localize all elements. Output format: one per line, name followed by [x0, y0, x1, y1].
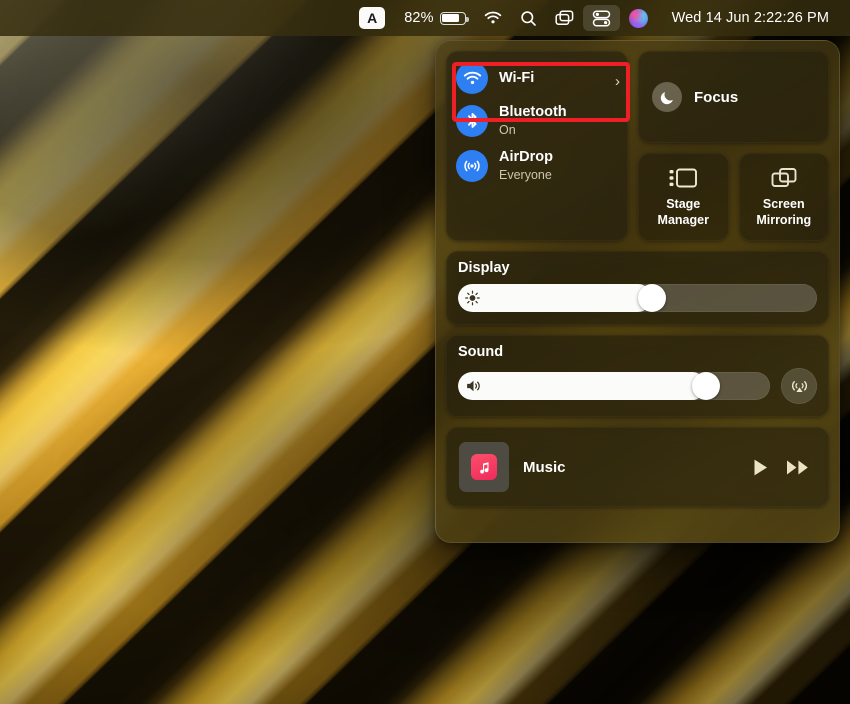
input-method-label: A	[359, 7, 385, 29]
wifi-row[interactable]: Wi-Fi ›	[456, 62, 618, 94]
connectivity-module: Wi-Fi › Bluetooth On	[446, 51, 628, 241]
sound-slider-line	[458, 368, 817, 404]
clock-menu-item[interactable]: Wed 14 Jun 2:22:26 PM	[657, 5, 840, 31]
control-center-icon	[592, 10, 611, 27]
wifi-label: Wi-Fi	[499, 70, 534, 86]
focus-label: Focus	[694, 89, 738, 106]
music-app-icon	[471, 454, 497, 480]
control-center-right-stack: Focus Stage Manager	[638, 51, 829, 241]
control-center-tile-row: Stage Manager Screen Mirroring	[638, 153, 829, 241]
volume-fill	[458, 372, 706, 400]
brightness-knob[interactable]	[638, 284, 666, 312]
display-slider-line	[458, 284, 817, 312]
brightness-icon	[465, 291, 480, 306]
brightness-slider[interactable]	[458, 284, 817, 312]
bluetooth-label: Bluetooth	[499, 104, 567, 120]
mission-control-menu-item[interactable]	[546, 5, 583, 31]
speaker-icon	[465, 378, 482, 395]
battery-status-item[interactable]: 82%	[395, 5, 474, 31]
airdrop-text-block: AirDrop Everyone	[499, 148, 618, 184]
input-method-indicator[interactable]: A	[353, 5, 395, 31]
display-label: Display	[458, 260, 817, 276]
siri-icon	[629, 9, 648, 28]
bluetooth-text-block: Bluetooth On	[499, 103, 618, 139]
volume-slider[interactable]	[458, 372, 770, 400]
airdrop-row[interactable]: AirDrop Everyone	[456, 148, 618, 184]
screen-mirroring-icon	[770, 166, 798, 190]
brightness-fill	[458, 284, 652, 312]
menu-bar-status-items: A 82%	[353, 0, 850, 36]
screen-mirroring-tile[interactable]: Screen Mirroring	[739, 153, 830, 241]
volume-knob[interactable]	[692, 372, 720, 400]
control-center-top-row: Wi-Fi › Bluetooth On	[446, 51, 829, 241]
wifi-menu-item[interactable]	[475, 5, 511, 31]
airplay-audio-icon	[790, 377, 809, 396]
fast-forward-icon[interactable]	[786, 459, 810, 476]
spotlight-search-menu-item[interactable]	[511, 5, 546, 31]
battery-fill	[442, 14, 459, 22]
mission-control-icon	[555, 10, 574, 26]
wifi-icon	[456, 62, 488, 94]
music-artwork	[459, 442, 509, 492]
menu-bar: A 82%	[0, 0, 850, 36]
siri-menu-item[interactable]	[620, 5, 657, 31]
screen-mirroring-label: Screen Mirroring	[743, 197, 826, 228]
music-controls	[752, 458, 816, 477]
music-label: Music	[523, 459, 738, 476]
wifi-text-block: Wi-Fi	[499, 69, 618, 87]
battery-percent-label: 82%	[404, 10, 433, 26]
bluetooth-status: On	[499, 122, 618, 139]
airdrop-icon	[456, 150, 488, 182]
airplay-audio-button[interactable]	[781, 368, 817, 404]
music-module: Music	[446, 427, 829, 507]
stage-manager-label: Stage Manager	[642, 197, 725, 228]
stage-manager-tile[interactable]: Stage Manager	[638, 153, 729, 241]
battery-icon	[440, 12, 466, 25]
moon-icon	[652, 82, 682, 112]
airdrop-label: AirDrop	[499, 149, 553, 165]
bluetooth-icon	[456, 105, 488, 137]
control-center-panel: Wi-Fi › Bluetooth On	[435, 40, 840, 543]
sound-module: Sound	[446, 335, 829, 417]
chevron-right-icon[interactable]: ›	[615, 74, 620, 89]
sound-label: Sound	[458, 344, 817, 360]
bluetooth-row[interactable]: Bluetooth On	[456, 103, 618, 139]
focus-module[interactable]: Focus	[638, 51, 829, 143]
clock-label: Wed 14 Jun 2:22:26 PM	[666, 10, 831, 26]
stage-manager-icon	[668, 166, 698, 190]
play-icon[interactable]	[752, 458, 769, 477]
airdrop-status: Everyone	[499, 167, 618, 184]
search-icon	[520, 10, 537, 27]
wifi-icon	[484, 11, 502, 25]
control-center-menu-item[interactable]	[583, 5, 620, 31]
display-module: Display	[446, 251, 829, 325]
